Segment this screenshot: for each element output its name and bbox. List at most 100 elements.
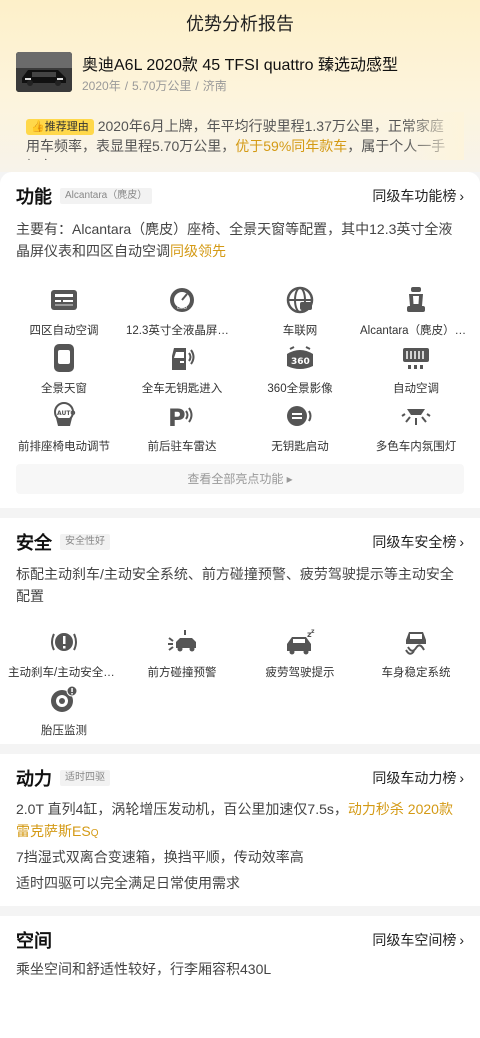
space-header: 空间 — [16, 928, 52, 952]
seat-icon — [400, 284, 432, 316]
recommend-reason: 👍推荐理由 2020年6月上牌，年平均行驶里程1.37万公里，正常家庭用车频率，… — [16, 112, 464, 160]
feature-item[interactable]: LCD 12.3英寸全液晶屏仪表 — [122, 284, 242, 338]
feature-item[interactable]: Alcantara（麂皮）座椅 — [356, 284, 476, 338]
feature-item[interactable]: 全景天窗 — [4, 342, 124, 396]
feature-label: 全车无钥匙进入 — [141, 383, 223, 395]
function-tag: Alcantara（麂皮） — [60, 188, 153, 204]
climate-panel-icon — [48, 284, 80, 316]
view-all-features-button[interactable]: 查看全部亮点功能 ▸ — [16, 464, 464, 494]
feature-item[interactable]: 全车无钥匙进入 — [122, 342, 242, 396]
safety-title: 安全 — [16, 533, 52, 553]
safety-rank-link[interactable]: 同级车安全榜 › — [372, 532, 464, 552]
feature-label: 多色车内氛围灯 — [375, 441, 457, 453]
space-title: 空间 — [16, 931, 52, 951]
feature-item[interactable]: AUTO 前排座椅电动调节 — [4, 400, 124, 454]
power-line2: 7挡湿式双离合变速箱，换挡平顺，传动效率高 — [16, 849, 304, 865]
ac-vent-icon — [400, 342, 432, 374]
feature-label: 前方碰撞预警 — [147, 667, 217, 679]
feature-item[interactable]: 车联网 — [240, 284, 360, 338]
collision-warning-icon — [166, 626, 198, 658]
power-card: 动力 适时四驱 同级车动力榜 › 2.0T 直列4缸，涡轮增压发动机，百公里加速仅… — [0, 754, 480, 906]
meta-separator: / — [124, 79, 129, 93]
svg-text:P: P — [168, 404, 186, 430]
power-rank-link[interactable]: 同级车动力榜 › — [372, 768, 464, 788]
fatigue-icon: zz — [284, 626, 316, 658]
feature-label: 车联网 — [282, 325, 318, 337]
function-header: 功能 Alcantara（麂皮） — [16, 184, 153, 208]
feature-label: Alcantara（麂皮）座椅 — [360, 325, 476, 337]
sunroof-icon — [48, 342, 80, 374]
car-meta: 2020年/5.70万公里 / 济南 — [82, 77, 227, 94]
function-title: 功能 — [16, 187, 52, 207]
svg-text:360: 360 — [291, 357, 310, 367]
feature-label: 前排座椅电动调节 — [18, 441, 110, 453]
seat-auto-icon: AUTO — [48, 400, 80, 432]
svg-text:AUTO: AUTO — [57, 410, 76, 417]
car-year: 2020年 — [82, 79, 121, 93]
safety-desc: 标配主动刹车/主动安全系统、前方碰撞预警、疲劳驾驶提示等主动安全配置 — [16, 566, 454, 604]
feature-item[interactable]: 车身稳定系统 — [356, 626, 476, 680]
feature-item[interactable]: 前方碰撞预警 — [122, 626, 242, 680]
power-title: 动力 — [16, 769, 52, 789]
page-title: 优势分析报告 — [186, 14, 294, 34]
camera-360-icon: 360 — [284, 342, 316, 374]
car-thumbnail[interactable] — [16, 52, 72, 92]
power-line3: 适时四驱可以完全满足日常使用需求 — [16, 875, 240, 891]
feature-label: 自动空调 — [393, 383, 439, 395]
feature-item[interactable]: 胎压监测 — [4, 684, 124, 738]
function-card: 功能 Alcantara（麂皮） 同级车功能榜 › 主要有：Alcantara（麂… — [0, 172, 480, 508]
tire-pressure-icon — [48, 684, 80, 716]
thumbs-up-icon: 👍 — [31, 121, 45, 133]
svg-text:LCD: LCD — [177, 305, 187, 311]
feature-label: 全景天窗 — [41, 383, 87, 395]
function-rank-label: 同级车功能榜 — [372, 188, 457, 204]
safety-header: 安全 安全性好 — [16, 530, 110, 554]
safety-tag: 安全性好 — [60, 534, 110, 550]
stability-icon — [400, 626, 432, 658]
power-tag: 适时四驱 — [60, 770, 110, 786]
feature-item[interactable]: 多色车内氛围灯 — [356, 400, 476, 454]
feature-item[interactable]: zz 疲劳驾驶提示 — [240, 626, 360, 680]
power-header: 动力 适时四驱 — [16, 766, 110, 790]
chevron-right-icon: › — [459, 932, 464, 948]
feature-label: 前后驻车雷达 — [147, 441, 217, 453]
feature-label: 胎压监测 — [41, 725, 87, 737]
connected-car-icon — [284, 284, 316, 316]
feature-item[interactable]: 主动刹车/主动安全系统 — [4, 626, 124, 680]
section-divider — [0, 744, 480, 754]
space-rank-link[interactable]: 同级车空间榜 › — [372, 930, 464, 950]
feature-label: 主动刹车/主动安全系统 — [8, 667, 124, 679]
recommend-badge: 👍推荐理由 — [26, 119, 94, 135]
svg-text:z: z — [311, 628, 315, 635]
ambient-light-icon — [400, 400, 432, 432]
function-desc-text: 主要有：Alcantara（麂皮）座椅、全景天窗等配置，其中12.3英寸全液晶屏… — [16, 221, 453, 259]
power-line1-text: 2.0T 直列4缸，涡轮增压发动机，百公里加速仅7.5s， — [16, 801, 348, 817]
search-icon[interactable]: Q — [91, 828, 99, 839]
car-city: 济南 — [202, 79, 227, 93]
space-card: 空间 同级车空间榜 › 乘坐空间和舒适性较好，行李厢容积430L — [0, 916, 480, 1038]
safety-card: 安全 安全性好 同级车安全榜 › 标配主动刹车/主动安全系统、前方碰撞预警、疲劳驾… — [0, 518, 480, 744]
feature-item[interactable]: 360 360全景影像 — [240, 342, 360, 396]
feature-label: 无钥匙启动 — [271, 441, 329, 453]
lcd-gauge-icon: LCD — [166, 284, 198, 316]
feature-item[interactable]: P 前后驻车雷达 — [122, 400, 242, 454]
recommend-badge-label: 推荐理由 — [44, 121, 89, 133]
recommend-highlight: 优于59%同年款车 — [235, 138, 348, 154]
section-divider — [0, 508, 480, 518]
feature-label: 疲劳驾驶提示 — [265, 667, 335, 679]
function-rank-link[interactable]: 同级车功能榜 › — [372, 186, 464, 206]
function-desc-highlight: 同级领先 — [170, 243, 226, 259]
feature-label: 360全景影像 — [267, 383, 333, 395]
feature-item[interactable]: 无钥匙启动 — [240, 400, 360, 454]
feature-item[interactable]: 自动空调 — [356, 342, 476, 396]
feature-item[interactable]: 四区自动空调 — [4, 284, 124, 338]
car-mileage: 5.70万公里 — [132, 79, 192, 93]
section-divider — [0, 906, 480, 916]
car-title: 奥迪A6L 2020款 45 TFSI quattro 臻选动感型 — [82, 57, 398, 74]
chevron-right-icon: › — [459, 534, 464, 550]
keyless-door-icon — [166, 342, 198, 374]
meta-separator: / — [195, 79, 199, 93]
function-desc: 主要有：Alcantara（麂皮）座椅、全景天窗等配置，其中12.3英寸全液晶屏… — [16, 218, 464, 262]
brake-warning-icon — [48, 626, 80, 658]
chevron-right-icon: › — [459, 770, 464, 786]
